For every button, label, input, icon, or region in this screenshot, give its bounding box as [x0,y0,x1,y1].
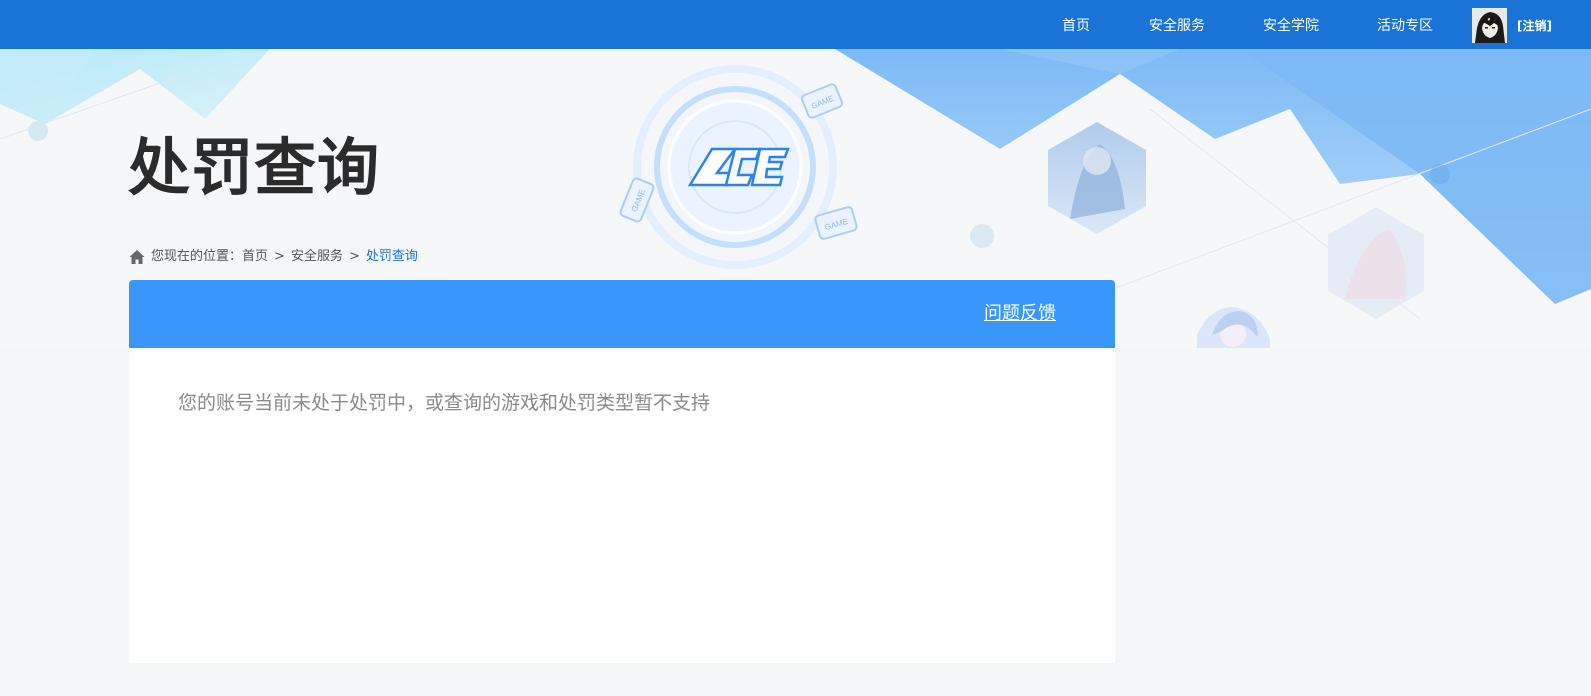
breadcrumb-separator: > [274,249,285,264]
breadcrumb: 您现在的位置： 首页 > 安全服务 > 处罚查询 [129,248,418,266]
breadcrumb-separator: > [348,249,360,264]
nav-item-home[interactable]: 首页 [1062,16,1090,36]
user-avatar[interactable] [1472,8,1507,43]
nav-item-security-service[interactable]: 安全服务 [1149,16,1205,36]
page-title: 处罚查询 [128,131,381,204]
nav-item-security-academy[interactable]: 安全学院 [1263,16,1319,36]
card-body: 您的账号当前未处于处罚中，或查询的游戏和处罚类型暂不支持 [129,348,1115,458]
card-header: 问题反馈 [129,280,1115,348]
logout-link[interactable]: [注销] [1517,17,1552,35]
breadcrumb-prefix: 您现在的位置： [151,249,243,264]
nav-item-events[interactable]: 活动专区 [1377,16,1433,36]
home-icon [129,249,145,265]
breadcrumb-home[interactable]: 首页 [242,248,268,266]
breadcrumb-security-service[interactable]: 安全服务 [291,248,343,266]
result-card: 问题反馈 您的账号当前未处于处罚中，或查询的游戏和处罚类型暂不支持 [129,280,1115,663]
feedback-link[interactable]: 问题反馈 [984,302,1056,326]
avatar-image [1472,8,1507,43]
top-navbar: 首页 安全服务 安全学院 活动专区 [注销] [0,0,1591,49]
breadcrumb-current: 处罚查询 [365,249,418,264]
status-message: 您的账号当前未处于处罚中，或查询的游戏和处罚类型暂不支持 [178,392,711,414]
